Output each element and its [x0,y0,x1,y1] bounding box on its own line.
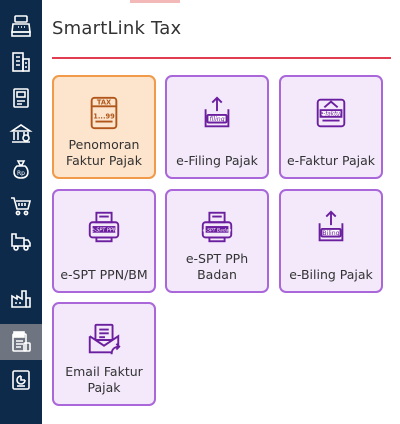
svg-text:e-SPT PPN: e-SPT PPN [91,227,116,233]
tile-ebiling-pajak[interactable]: Biling e-Biling Pajak [279,189,383,293]
sidebar-item-delivery[interactable] [0,224,42,260]
ledger-book-icon [13,88,29,108]
tile-efaktur-pajak[interactable]: e-faktur e-Faktur Pajak [279,75,383,179]
tile-penomoran-faktur-pajak[interactable]: TAX 1...99 Penomoran Faktur Pajak [52,75,156,179]
email-invoice-icon [88,323,121,355]
sidebar: Rp [0,0,42,424]
tile-email-faktur-pajak[interactable]: Email Faktur Pajak [52,302,156,406]
money-bag-icon: Rp [13,160,29,179]
espt-badan-printer-icon: e-SPT Badan [201,211,233,243]
sidebar-item-production[interactable] [0,280,42,316]
sidebar-item-pos[interactable] [0,8,42,44]
factory-icon [11,290,31,308]
svg-text:1...99: 1...99 [93,113,115,121]
espt-ppn-printer-icon: e-SPT PPN [88,211,120,243]
cash-register-icon [11,15,31,37]
svg-text:Rp: Rp [17,170,25,177]
ebilling-upload-icon: Biling [318,210,344,242]
top-edge-marker [130,0,180,3]
tile-espt-ppn-bm[interactable]: e-SPT PPN e-SPT PPN/BM [52,189,156,293]
svg-text:filing: filing [209,116,224,123]
sidebar-item-sales[interactable] [0,188,42,224]
tile-label: Email Faktur Pajak [65,364,143,395]
svg-text:e-SPT Badan: e-SPT Badan [203,227,232,233]
report-chart-icon [12,370,30,390]
delivery-truck-icon [11,233,31,251]
sidebar-item-bank[interactable] [0,116,42,152]
tax-document-icon [12,331,31,352]
page-title: SmartLink Tax [52,18,182,39]
tile-label: e-SPT PPN/BM [60,267,148,282]
bank-icon [9,124,33,143]
tile-espt-pph-badan[interactable]: e-SPT Badan e-SPT PPh Badan [165,189,269,293]
title-divider [52,57,391,59]
sidebar-item-tax[interactable] [0,324,42,360]
efaktur-icon: e-faktur [316,98,346,128]
shopping-cart-icon [11,197,32,216]
building-icon [12,52,30,72]
sidebar-item-finance[interactable]: Rp [0,152,42,188]
tile-label: e-Faktur Pajak [286,153,376,168]
svg-text:e-faktur: e-faktur [320,111,343,117]
tile-label: e-Biling Pajak [289,267,373,282]
sidebar-item-reports[interactable] [0,362,42,398]
svg-text:Biling: Biling [322,230,339,237]
tile-label: e-SPT PPh Badan [185,251,249,282]
tax-invoice-icon: TAX 1...99 [90,96,118,130]
sidebar-item-company[interactable] [0,44,42,80]
sidebar-item-ledger[interactable] [0,80,42,116]
tile-label: Penomoran Faktur Pajak [66,137,142,168]
svg-text:TAX: TAX [97,98,111,106]
tile-efiling-pajak[interactable]: filing e-Filing Pajak [165,75,269,179]
efiling-upload-icon: filing [204,96,230,128]
tile-label: e-Filing Pajak [176,153,258,168]
